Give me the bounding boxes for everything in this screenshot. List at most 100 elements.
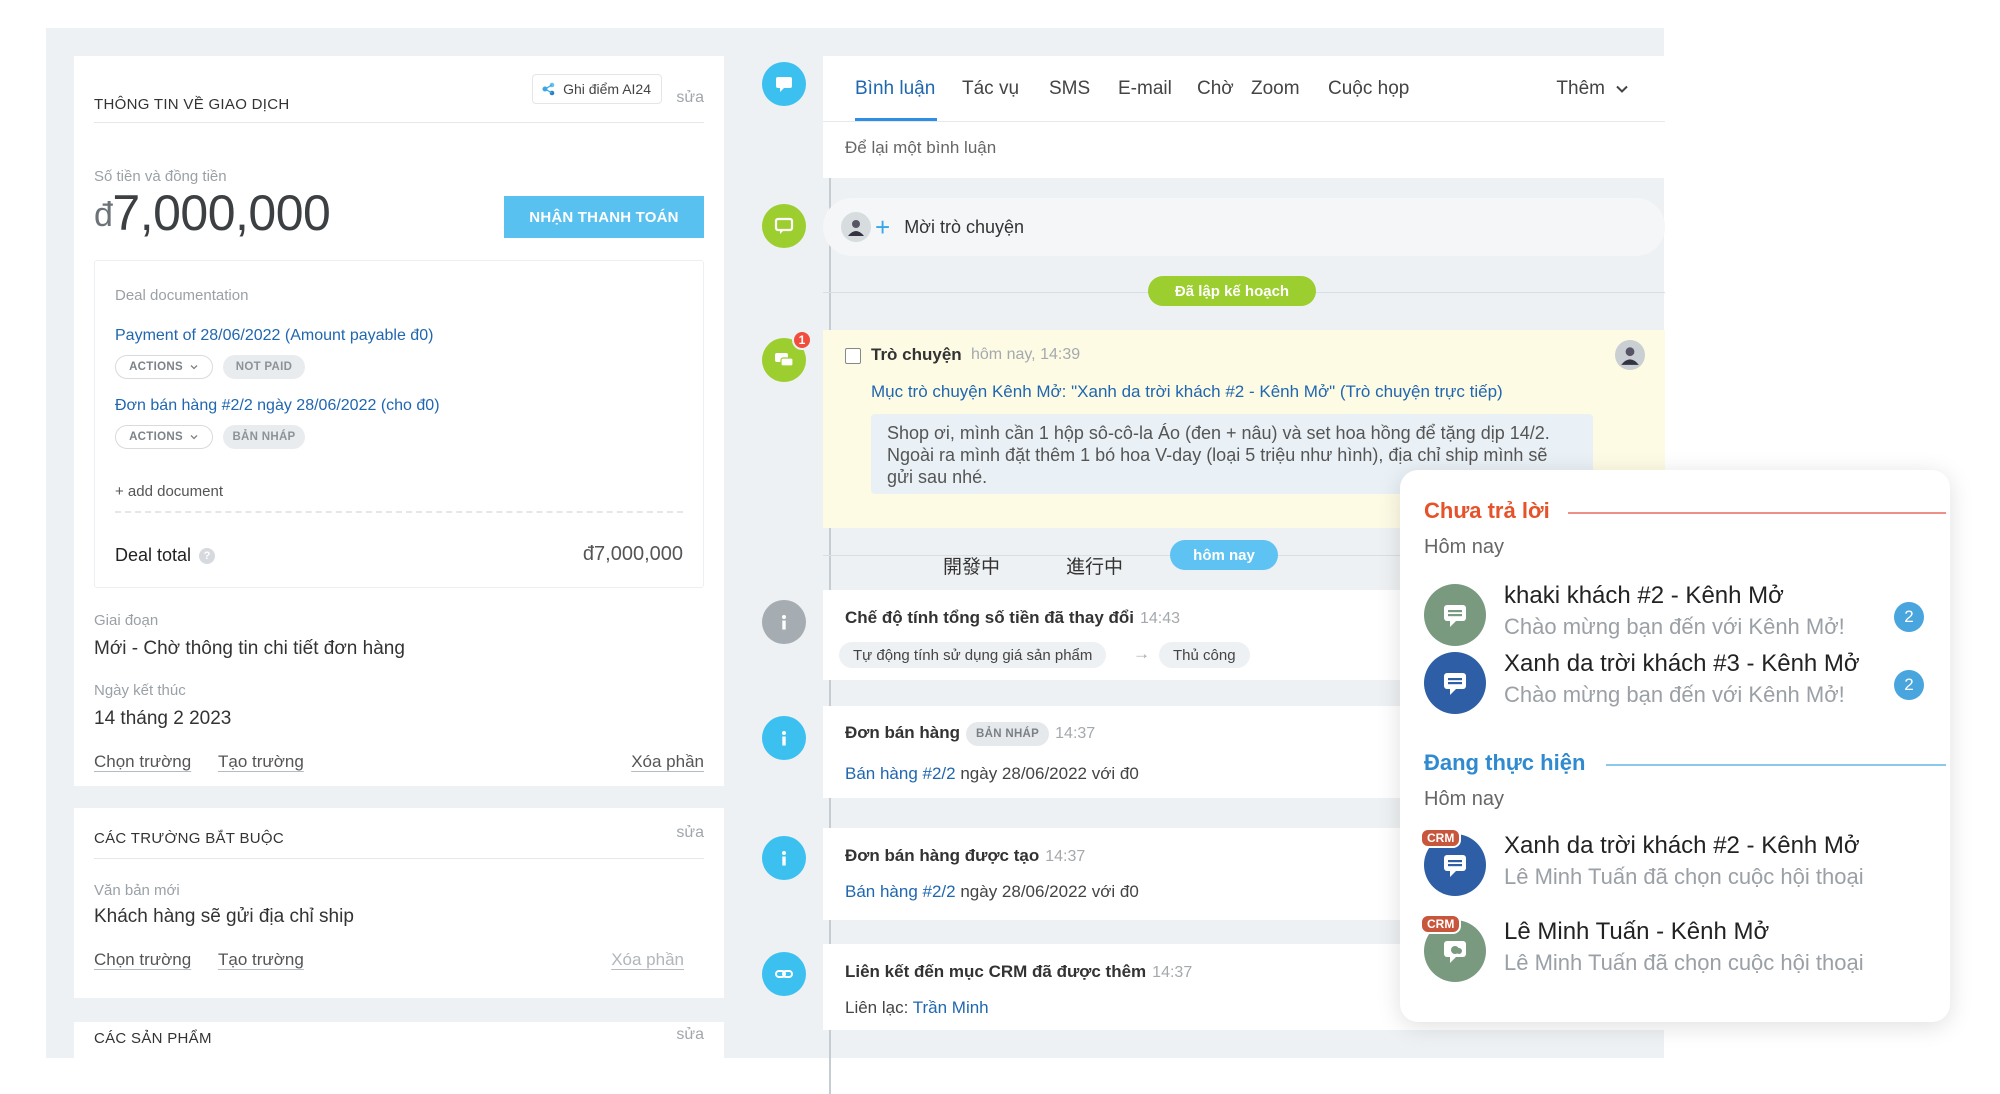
event-title-text: Chế độ tính tổng số tiền đã thay đổi: [845, 608, 1134, 627]
tab-wait[interactable]: Chờ: [1197, 78, 1234, 100]
event-title: Đơn bán hàng được tạo 14:37: [845, 846, 1085, 866]
activity-checkbox[interactable]: [845, 348, 861, 364]
avatar: [1615, 340, 1645, 370]
event-detail: Bán hàng #2/2 ngày 28/06/2022 với đ0: [845, 882, 1139, 902]
conversation-name: Xanh da trời khách #3 - Kênh Mở: [1504, 650, 1860, 677]
crm-tag: CRM: [1420, 914, 1462, 934]
more-label: Thêm: [1556, 78, 1605, 99]
delete-section-link[interactable]: Xóa phần: [631, 752, 704, 772]
stage-label: Giai đoạn: [94, 612, 159, 629]
deal-total-label: Deal total?: [115, 545, 216, 566]
actions-label: ACTIONS: [129, 361, 183, 373]
conversation-item[interactable]: Xanh da trời khách #3 - Kênh Mở Chào mừn…: [1424, 646, 1924, 718]
required-fields-card: CÁC TRƯỜNG BẮT BUỘC sửa Văn bản mới Khác…: [74, 786, 724, 998]
help-icon[interactable]: ?: [199, 547, 216, 564]
conversation-item[interactable]: khaki khách #2 - Kênh Mở Chào mừng bạn đ…: [1424, 578, 1924, 650]
select-field-link[interactable]: Chọn trường: [94, 950, 191, 970]
document-actions-dropdown[interactable]: ACTIONS: [115, 355, 213, 379]
cjk-label: 進行中: [1066, 556, 1124, 578]
products-edit-link[interactable]: sửa: [676, 1026, 704, 1044]
currency-symbol: đ: [94, 196, 113, 234]
document-actions-dropdown[interactable]: ACTIONS: [115, 425, 213, 449]
create-field-link[interactable]: Tạo trường: [218, 950, 304, 970]
receive-payment-button[interactable]: NHẬN THANH TOÁN: [504, 196, 704, 238]
required-fields-edit-link[interactable]: sửa: [676, 824, 704, 842]
event-detail: Liên lạc: Trần Minh: [845, 998, 989, 1018]
deal-info-card: THÔNG TIN VỀ GIAO DỊCH Ghi điểm AI24 sửa…: [74, 56, 724, 786]
conversation-name: khaki khách #2 - Kênh Mở: [1504, 582, 1784, 609]
conversation-item[interactable]: CRM Lê Minh Tuấn - Kênh Mở Lê Minh Tuấn …: [1420, 914, 1924, 986]
today-label: Hôm nay: [1424, 536, 1505, 558]
contact-label: Liên lạc:: [845, 998, 913, 1017]
ai-nodes-icon: [542, 82, 555, 96]
conversation-preview: Lê Minh Tuấn đã chọn cuộc hội thoại: [1504, 864, 1864, 889]
tab-email[interactable]: E-mail: [1118, 78, 1172, 100]
sales-order-link[interactable]: Bán hàng #2/2: [845, 764, 956, 783]
status-badge: BẢN NHÁP: [223, 425, 305, 449]
event-title-text: Đơn bán hàng: [845, 723, 961, 742]
unread-count-badge: 2: [1894, 670, 1924, 700]
chat-source-link[interactable]: Mục trò chuyện Kênh Mở: "Xanh da trời kh…: [871, 382, 1503, 402]
select-field-link[interactable]: Chọn trường: [94, 752, 191, 772]
tab-zoom[interactable]: Zoom: [1251, 78, 1300, 100]
event-detail-text: ngày 28/06/2022 với đ0: [955, 764, 1139, 783]
event-title: Đơn bán hàng BẢN NHÁP 14:37: [845, 722, 1095, 746]
conversation-item[interactable]: CRM Xanh da trời khách #2 - Kênh Mở Lê M…: [1420, 828, 1924, 900]
sales-order-document-link[interactable]: Đơn bán hàng #2/2 ngày 28/06/2022 (cho đ…: [115, 397, 440, 415]
today-chip: hôm nay: [1170, 540, 1278, 570]
event-time: 14:37: [1045, 848, 1086, 865]
planned-chip: Đã lập kế hoạch: [1148, 276, 1316, 306]
unread-count-badge: 1: [792, 330, 812, 350]
today-label: Hôm nay: [1424, 788, 1505, 810]
tab-comment[interactable]: Bình luận: [855, 78, 935, 100]
chat-title: Trò chuyện: [871, 345, 962, 364]
payment-document-link[interactable]: Payment of 28/06/2022 (Amount payable đ0…: [115, 327, 433, 345]
info-icon: [762, 716, 806, 760]
event-detail: Bán hàng #2/2 ngày 28/06/2022 với đ0: [845, 764, 1139, 784]
event-time: 14:37: [1055, 725, 1096, 742]
conversation-preview: Chào mừng bạn đến với Kênh Mở!: [1504, 682, 1845, 707]
ai-score-button[interactable]: Ghi điểm AI24: [532, 74, 662, 104]
tab-meeting[interactable]: Cuộc họp: [1328, 78, 1409, 100]
conversation-name: Xanh da trời khách #2 - Kênh Mở: [1504, 832, 1860, 859]
cjk-label: 開發中: [943, 556, 1001, 578]
comment-icon: [762, 62, 806, 106]
products-card: CÁC SẢN PHẨM sửa: [74, 1000, 724, 1058]
avatar: [841, 212, 871, 242]
chat-icon: [762, 204, 806, 248]
chat-avatar-icon: [1424, 652, 1486, 714]
invite-label: Mời trò chuyện: [904, 216, 1025, 237]
invite-to-chat-button[interactable]: + Mời trò chuyện: [823, 198, 1665, 256]
text-field-value: Khách hàng sẽ gửi địa chỉ ship: [94, 906, 354, 927]
comment-input[interactable]: Để lại một bình luận: [845, 138, 996, 158]
end-date-label: Ngày kết thúc: [94, 682, 186, 699]
active-tab-indicator: [855, 118, 937, 121]
deal-info-edit-link[interactable]: sửa: [676, 89, 704, 107]
event-time: 14:37: [1152, 964, 1193, 981]
deal-total-text: Deal total: [115, 545, 192, 565]
tab-task[interactable]: Tác vụ: [962, 78, 1019, 100]
deal-total-value: đ7,000,000: [582, 543, 683, 565]
create-field-link[interactable]: Tạo trường: [218, 752, 304, 772]
chevron-down-icon: [1616, 85, 1628, 93]
open-channel-popup: Chưa trả lời Hôm nay khaki khách #2 - Kê…: [1400, 470, 1950, 1022]
event-detail-text: ngày 28/06/2022 với đ0: [955, 882, 1139, 901]
delete-section-link[interactable]: Xóa phần: [611, 950, 684, 970]
more-tabs-dropdown[interactable]: Thêm: [1556, 78, 1629, 100]
status-badge: NOT PAID: [223, 355, 305, 379]
tab-sms[interactable]: SMS: [1049, 78, 1090, 100]
event-time: 14:43: [1139, 610, 1181, 627]
deal-info-title: THÔNG TIN VỀ GIAO DỊCH: [94, 96, 290, 113]
event-title: Chế độ tính tổng số tiền đã thay đổi 14:4…: [845, 608, 1180, 628]
contact-link[interactable]: Trần Minh: [913, 998, 989, 1017]
deal-amount: đ7,000,000: [94, 184, 331, 242]
in-progress-heading: Đang thực hiện: [1424, 750, 1586, 775]
amount-label: Số tiền và đồng tiền: [94, 168, 227, 185]
text-field-label: Văn bản mới: [94, 882, 180, 899]
documentation-label: Deal documentation: [115, 287, 249, 304]
link-icon: [762, 952, 806, 996]
add-document-link[interactable]: + add document: [115, 483, 223, 500]
divider: [94, 122, 704, 123]
info-icon: [762, 836, 806, 880]
sales-order-link[interactable]: Bán hàng #2/2: [845, 882, 956, 901]
